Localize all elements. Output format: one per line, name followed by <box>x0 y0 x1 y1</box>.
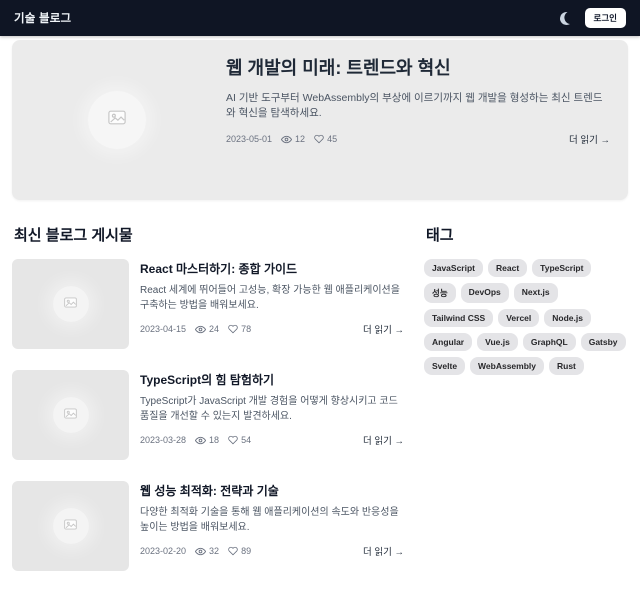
tag-vuejs[interactable]: Vue.js <box>477 333 518 351</box>
image-icon <box>108 110 126 130</box>
post-image-placeholder <box>12 370 129 460</box>
tag-webassembly[interactable]: WebAssembly <box>470 357 544 375</box>
featured-post-image-placeholder <box>12 40 222 200</box>
tag-graphql[interactable]: GraphQL <box>522 333 576 351</box>
post-title[interactable]: React 마스터하기: 종합 가이드 <box>140 260 404 277</box>
post-content: TypeScript의 힘 탐험하기 TypeScript가 JavaScrip… <box>140 370 404 460</box>
post-description: React 세계에 뛰어들어 고성능, 확장 가능한 웹 애플리케이션을 구축하… <box>140 285 400 311</box>
post-card: 웹 성능 최적화: 전략과 기술 다양한 최적화 기술을 통해 웹 애플리케이션… <box>12 481 404 571</box>
tag-react[interactable]: React <box>488 259 528 277</box>
tag-gatsby[interactable]: Gatsby <box>580 333 626 351</box>
eye-icon <box>281 134 293 145</box>
views-count: 12 <box>281 134 305 145</box>
header-actions: 로그인 <box>560 8 626 28</box>
tags-section-heading: 태그 <box>426 227 454 244</box>
heart-icon <box>228 324 238 334</box>
image-placeholder-circle <box>52 286 89 322</box>
post-title[interactable]: 웹 성능 최적화: 전략과 기술 <box>140 482 404 499</box>
tag-tailwind-css[interactable]: Tailwind CSS <box>424 309 494 327</box>
image-icon <box>64 295 77 313</box>
post-card: TypeScript의 힘 탐험하기 TypeScript가 JavaScrip… <box>12 370 404 460</box>
views-count: 24 <box>195 324 219 335</box>
tag-list: JavaScript React TypeScript 성능 DevOps Ne… <box>424 259 628 375</box>
post-image-placeholder <box>12 481 129 571</box>
likes-value: 78 <box>241 324 252 334</box>
tag-angular[interactable]: Angular <box>424 333 473 351</box>
tag-rust[interactable]: Rust <box>549 357 584 375</box>
image-placeholder-circle <box>52 397 89 433</box>
eye-icon <box>195 324 207 335</box>
post-description: 다양한 최적화 기술을 통해 웹 애플리케이션의 속도와 반응성을 높이는 방법… <box>140 507 399 533</box>
post-card: React 마스터하기: 종합 가이드 React 세계에 뛰어들어 고성능, … <box>12 259 404 349</box>
post-meta-row: 2023-03-28 18 54 더 읽기 → <box>140 433 404 447</box>
post-title[interactable]: TypeScript의 힘 탐험하기 <box>140 371 404 388</box>
tag-typescript[interactable]: TypeScript <box>532 259 592 277</box>
featured-post-card: 웹 개발의 미래: 트렌드와 혁신 AI 기반 도구부터 WebAssembly… <box>12 40 628 200</box>
views-value: 32 <box>209 546 220 556</box>
read-more-link[interactable]: 더 읽기 → <box>569 132 610 146</box>
post-meta: 2023-04-15 24 78 <box>140 324 251 335</box>
featured-post-description: AI 기반 도구부터 WebAssembly의 부상에 이르기까지 웹 개발을 … <box>226 92 603 119</box>
post-meta: 2023-03-28 18 54 <box>140 435 251 446</box>
image-placeholder-circle <box>52 508 89 544</box>
post-image-placeholder <box>12 259 129 349</box>
post-date: 2023-04-15 <box>140 324 187 334</box>
read-more-link[interactable]: 더 읽기 → <box>363 433 404 447</box>
post-description: TypeScript가 JavaScript 개발 경험을 어떻게 향상시키고 … <box>140 396 398 422</box>
featured-post-content: 웹 개발의 미래: 트렌드와 혁신 AI 기반 도구부터 WebAssembly… <box>222 40 628 200</box>
posts-section-heading: 최신 블로그 게시물 <box>14 227 133 244</box>
post-date: 2023-02-20 <box>140 546 187 556</box>
tag-svelte[interactable]: Svelte <box>424 357 466 375</box>
likes-value: 89 <box>241 546 252 556</box>
read-more-link[interactable]: 더 읽기 → <box>363 322 404 336</box>
heart-icon <box>314 134 324 144</box>
post-meta: 2023-02-20 32 89 <box>140 546 251 557</box>
views-value: 12 <box>295 134 306 145</box>
tag-performance[interactable]: 성능 <box>424 283 456 303</box>
likes-count: 89 <box>228 546 251 556</box>
views-value: 24 <box>209 324 220 334</box>
tag-nodejs[interactable]: Node.js <box>544 309 591 327</box>
views-count: 18 <box>195 435 219 446</box>
heart-icon <box>228 435 238 445</box>
image-icon <box>64 406 77 424</box>
eye-icon <box>195 435 207 446</box>
moon-icon[interactable] <box>558 10 574 26</box>
site-title[interactable]: 기술 블로그 <box>14 10 71 26</box>
image-placeholder-circle <box>88 91 146 149</box>
post-date: 2023-05-01 <box>226 134 273 145</box>
posts-column: 최신 블로그 게시물 React 마스터하기: 종합 가이드 React 세계에 <box>12 224 404 592</box>
post-meta-row: 2023-02-20 32 89 더 읽기 → <box>140 544 404 558</box>
tag-nextjs[interactable]: Next.js <box>513 283 558 303</box>
app-header: 기술 블로그 로그인 <box>0 0 640 36</box>
views-count: 32 <box>195 546 219 557</box>
read-more-link[interactable]: 더 읽기 → <box>363 544 404 558</box>
likes-count: 78 <box>228 324 251 334</box>
image-icon <box>64 517 77 535</box>
likes-value: 54 <box>241 435 252 445</box>
tag-javascript[interactable]: JavaScript <box>424 259 483 277</box>
heart-icon <box>228 546 238 556</box>
views-value: 18 <box>209 435 220 445</box>
post-content: React 마스터하기: 종합 가이드 React 세계에 뛰어들어 고성능, … <box>140 259 404 349</box>
post-meta-row: 2023-04-15 24 78 더 읽기 → <box>140 322 404 336</box>
featured-post-title[interactable]: 웹 개발의 미래: 트렌드와 혁신 <box>226 54 610 80</box>
post-content: 웹 성능 최적화: 전략과 기술 다양한 최적화 기술을 통해 웹 애플리케이션… <box>140 481 404 571</box>
post-date: 2023-03-28 <box>140 435 187 445</box>
tags-sidebar: 태그 JavaScript React TypeScript 성능 DevOps… <box>424 224 628 592</box>
featured-post-meta: 2023-05-01 12 45 <box>226 134 337 145</box>
likes-count: 45 <box>314 134 337 144</box>
likes-value: 45 <box>327 134 338 145</box>
main-content: 최신 블로그 게시물 React 마스터하기: 종합 가이드 React 세계에 <box>0 224 640 592</box>
likes-count: 54 <box>228 435 251 445</box>
featured-post-meta-row: 2023-05-01 12 45 더 읽기 → <box>226 132 610 146</box>
tag-vercel[interactable]: Vercel <box>498 309 540 327</box>
eye-icon <box>195 546 207 557</box>
login-button[interactable]: 로그인 <box>584 8 626 28</box>
tag-devops[interactable]: DevOps <box>460 283 509 303</box>
